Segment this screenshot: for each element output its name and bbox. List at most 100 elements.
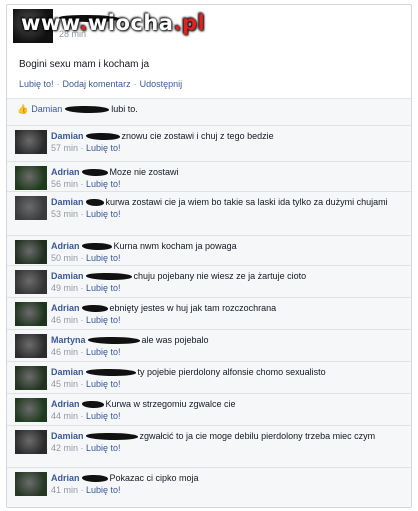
comment-meta: 46 min · Lubię to! bbox=[51, 346, 401, 358]
comment-author[interactable]: Damian bbox=[51, 431, 84, 441]
comment-author[interactable]: Martyna bbox=[51, 335, 86, 345]
comment-like-button[interactable]: Lubię to! bbox=[86, 411, 121, 421]
comment-body: Damian chuju pojebany nie wiesz ze ja żar… bbox=[51, 270, 401, 294]
commenter-avatar[interactable] bbox=[15, 302, 47, 326]
comment-like-button[interactable]: Lubię to! bbox=[86, 209, 121, 219]
comment-author[interactable]: Damian bbox=[51, 367, 84, 377]
comment-timestamp[interactable]: 46 min bbox=[51, 315, 78, 325]
comment-author[interactable]: Adrian bbox=[51, 167, 80, 177]
comment-item: Adrian Kurwa w strzegomiu zgwalce cie 44 m… bbox=[7, 393, 411, 426]
comment-like-button[interactable]: Lubię to! bbox=[86, 485, 121, 495]
post-header: 28 min www.wiocha.pl bbox=[7, 5, 411, 45]
comment-text: Pokazac ci cipko moja bbox=[109, 473, 199, 483]
comment-author[interactable]: Damian bbox=[51, 197, 84, 207]
comment-author[interactable]: Adrian bbox=[51, 473, 80, 483]
likes-summary: 👍 Damian lubi to. bbox=[17, 104, 138, 115]
watermark-logo: www.wiocha.pl bbox=[21, 11, 206, 35]
comment-like-button[interactable]: Lubię to! bbox=[86, 143, 121, 153]
liker-name[interactable]: Damian bbox=[31, 104, 62, 114]
comment-like-button[interactable]: Lubię to! bbox=[86, 179, 121, 189]
comment-text: Kurna nwm kocham ja powaga bbox=[113, 241, 237, 251]
comment-body: Adrian Pokazac ci cipko moja 41 min · Lubi… bbox=[51, 472, 401, 496]
comment-meta: 56 min · Lubię to! bbox=[51, 178, 401, 190]
commenter-avatar[interactable] bbox=[15, 196, 47, 220]
comment-meta: 49 min · Lubię to! bbox=[51, 282, 401, 294]
redaction-scribble bbox=[81, 169, 108, 177]
comment-author[interactable]: Damian bbox=[51, 271, 84, 281]
comment-timestamp[interactable]: 53 min bbox=[51, 209, 78, 219]
commenter-avatar[interactable] bbox=[15, 270, 47, 294]
meta-separator: · bbox=[78, 411, 87, 421]
commenter-avatar[interactable] bbox=[15, 430, 47, 454]
comment-timestamp[interactable]: 42 min bbox=[51, 443, 78, 453]
comment-meta: 53 min · Lubię to! bbox=[51, 208, 401, 220]
comment-item: Martyna ale was pojebalo 46 min · Lubię to… bbox=[7, 329, 411, 362]
comment-timestamp[interactable]: 50 min bbox=[51, 253, 78, 263]
comment-meta: 45 min · Lubię to! bbox=[51, 378, 401, 390]
commenter-avatar[interactable] bbox=[15, 130, 47, 154]
comment-item: Damian zgwałcić to ja cie moge debilu pie… bbox=[7, 425, 411, 468]
redaction-scribble bbox=[81, 243, 112, 251]
redaction-scribble bbox=[81, 475, 108, 483]
comment-item: Damian kurwa zostawi cie ja wiem bo takie… bbox=[7, 191, 411, 236]
comment-item: Adrian ebnięty jestes w huj jak tam rozcz… bbox=[7, 297, 411, 330]
comment-text: ebnięty jestes w huj jak tam rozczochran… bbox=[109, 303, 277, 313]
post-card: 28 min www.wiocha.pl Bogini sexu mam i k… bbox=[6, 4, 412, 508]
comment-item: Adrian Moze nie zostawi 56 min · Lubię to! bbox=[7, 161, 411, 192]
commenter-avatar[interactable] bbox=[15, 166, 47, 190]
comment-like-button[interactable]: Lubię to! bbox=[86, 379, 121, 389]
comment-text: znowu cie zostawi i chuj z tego bedzie bbox=[121, 131, 274, 141]
comment-author[interactable]: Adrian bbox=[51, 399, 80, 409]
comment-body: Damian kurwa zostawi cie ja wiem bo takie… bbox=[51, 196, 401, 220]
post-actions: Lubię to! · Dodaj komentarz · Udostępnij bbox=[19, 79, 183, 89]
redaction-scribble bbox=[81, 305, 108, 313]
comment-body: Damian ty pojebie pierdolony alfonsie cho… bbox=[51, 366, 401, 390]
comment-item: Damian znowu cie zostawi i chuj z tego be… bbox=[7, 125, 411, 162]
commenter-avatar[interactable] bbox=[15, 398, 47, 422]
comment-timestamp[interactable]: 56 min bbox=[51, 179, 78, 189]
comment-button[interactable]: Dodaj komentarz bbox=[63, 79, 131, 89]
comment-item: Adrian Pokazac ci cipko moja 41 min · Lubi… bbox=[7, 467, 411, 504]
comment-author[interactable]: Damian bbox=[51, 131, 84, 141]
commenter-avatar[interactable] bbox=[15, 472, 47, 496]
comment-timestamp[interactable]: 41 min bbox=[51, 485, 78, 495]
commenter-avatar[interactable] bbox=[15, 334, 47, 358]
meta-separator: · bbox=[78, 379, 87, 389]
comment-item: Damian ty pojebie pierdolony alfonsie cho… bbox=[7, 361, 411, 394]
comment-like-button[interactable]: Lubię to! bbox=[86, 347, 121, 357]
comment-timestamp[interactable]: 45 min bbox=[51, 379, 78, 389]
comment-timestamp[interactable]: 57 min bbox=[51, 143, 78, 153]
comment-body: Adrian ebnięty jestes w huj jak tam rozcz… bbox=[51, 302, 401, 326]
commenter-avatar[interactable] bbox=[15, 366, 47, 390]
comment-text: kurwa zostawi cie ja wiem bo takie sa la… bbox=[105, 197, 388, 207]
comment-like-button[interactable]: Lubię to! bbox=[86, 315, 121, 325]
meta-separator: · bbox=[78, 443, 87, 453]
like-button[interactable]: Lubię to! bbox=[19, 79, 54, 89]
comment-body: Adrian Moze nie zostawi 56 min · Lubię to! bbox=[51, 166, 401, 190]
comment-author[interactable]: Adrian bbox=[51, 303, 80, 313]
comment-text: Kurwa w strzegomiu zgwalce cie bbox=[105, 399, 236, 409]
comment-body: Damian znowu cie zostawi i chuj z tego be… bbox=[51, 130, 401, 154]
meta-separator: · bbox=[78, 179, 87, 189]
comment-like-button[interactable]: Lubię to! bbox=[86, 283, 121, 293]
feedback-area: 👍 Damian lubi to. Damian znowu cie zostawi… bbox=[7, 98, 411, 507]
comment-text: chuju pojebany nie wiesz ze ja żartuje c… bbox=[133, 271, 307, 281]
comment-author[interactable]: Adrian bbox=[51, 241, 80, 251]
meta-separator: · bbox=[78, 253, 87, 263]
comment-meta: 41 min · Lubię to! bbox=[51, 484, 401, 496]
comment-body: Adrian Kurna nwm kocham ja powaga 50 min ·… bbox=[51, 240, 401, 264]
redaction-scribble bbox=[64, 106, 109, 114]
comment-like-button[interactable]: Lubię to! bbox=[86, 443, 121, 453]
comment-body: Adrian Kurwa w strzegomiu zgwalce cie 44 m… bbox=[51, 398, 401, 422]
comment-like-button[interactable]: Lubię to! bbox=[86, 253, 121, 263]
meta-separator: · bbox=[78, 315, 87, 325]
comment-timestamp[interactable]: 46 min bbox=[51, 347, 78, 357]
comment-meta: 46 min · Lubię to! bbox=[51, 314, 401, 326]
redaction-scribble bbox=[85, 133, 120, 141]
thumbs-up-icon: 👍 bbox=[17, 104, 29, 114]
likes-suffix: lubi to. bbox=[111, 104, 138, 114]
commenter-avatar[interactable] bbox=[15, 240, 47, 264]
share-button[interactable]: Udostępnij bbox=[140, 79, 183, 89]
comment-timestamp[interactable]: 44 min bbox=[51, 411, 78, 421]
comment-timestamp[interactable]: 49 min bbox=[51, 283, 78, 293]
